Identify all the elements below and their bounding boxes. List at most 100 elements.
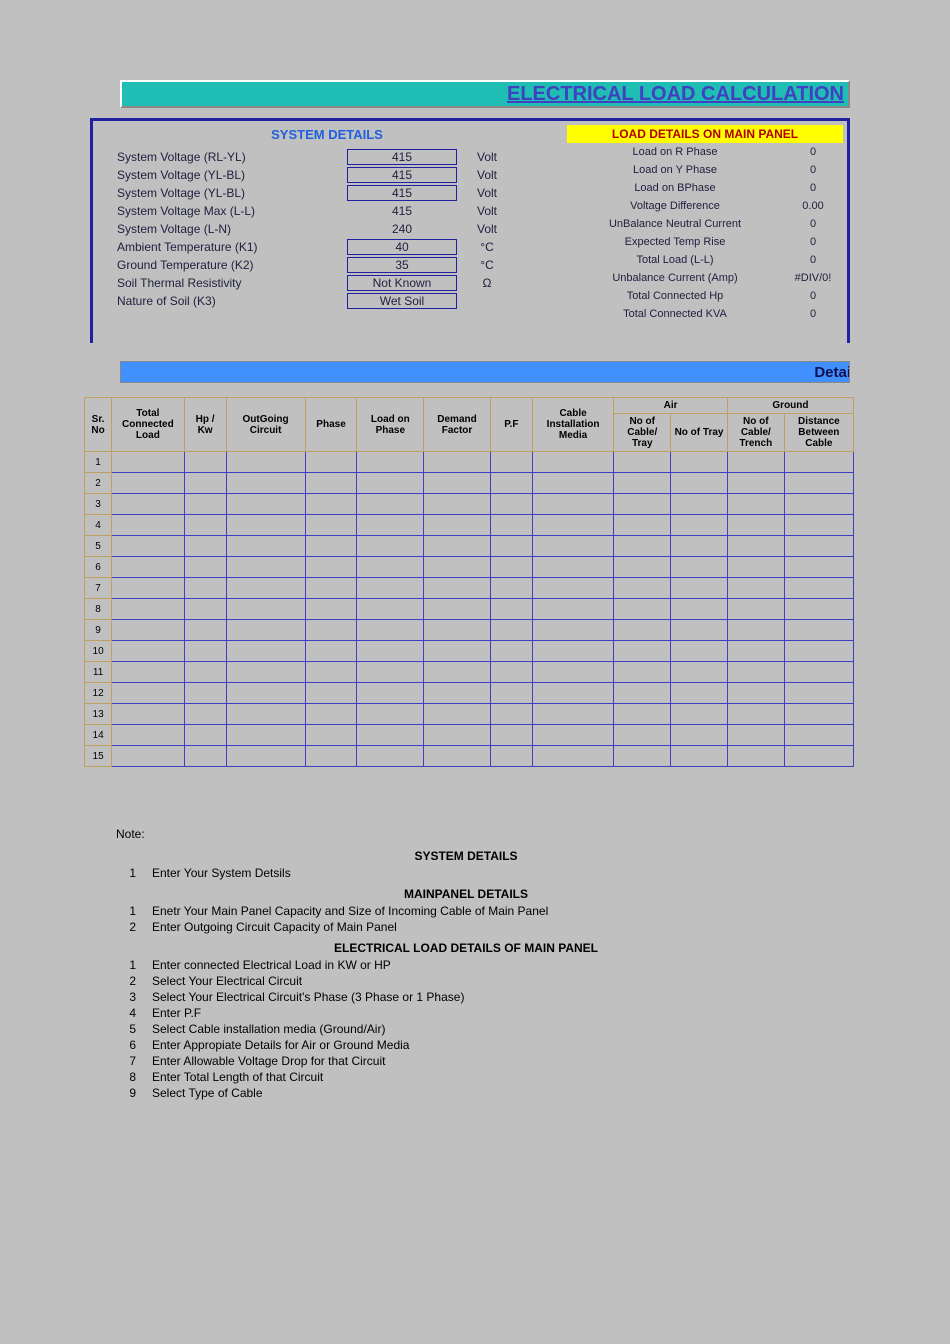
grid-cell[interactable]: [226, 452, 305, 473]
grid-cell[interactable]: [305, 662, 357, 683]
grid-cell[interactable]: [727, 578, 784, 599]
grid-cell[interactable]: [424, 683, 491, 704]
grid-cell[interactable]: [532, 557, 614, 578]
system-row-value[interactable]: 415: [347, 149, 457, 165]
grid-cell[interactable]: [784, 641, 853, 662]
grid-cell[interactable]: [305, 578, 357, 599]
grid-cell[interactable]: [490, 641, 532, 662]
grid-cell[interactable]: [532, 725, 614, 746]
grid-cell[interactable]: [226, 494, 305, 515]
grid-cell[interactable]: [226, 704, 305, 725]
grid-cell[interactable]: [424, 515, 491, 536]
grid-cell[interactable]: [112, 452, 184, 473]
grid-cell[interactable]: [112, 515, 184, 536]
grid-cell[interactable]: [305, 494, 357, 515]
grid-cell[interactable]: [424, 536, 491, 557]
grid-cell[interactable]: [532, 683, 614, 704]
grid-cell[interactable]: [305, 641, 357, 662]
grid-cell[interactable]: [226, 725, 305, 746]
grid-cell[interactable]: [490, 536, 532, 557]
grid-cell[interactable]: [614, 746, 671, 767]
grid-cell[interactable]: [784, 599, 853, 620]
grid-cell[interactable]: [305, 746, 357, 767]
grid-cell[interactable]: [614, 452, 671, 473]
grid-cell[interactable]: [424, 578, 491, 599]
grid-cell[interactable]: [424, 746, 491, 767]
grid-cell[interactable]: [226, 620, 305, 641]
grid-cell[interactable]: [727, 536, 784, 557]
grid-cell[interactable]: [357, 494, 424, 515]
grid-cell[interactable]: [727, 515, 784, 536]
grid-cell[interactable]: [357, 452, 424, 473]
grid-cell[interactable]: [184, 515, 226, 536]
grid-cell[interactable]: [305, 473, 357, 494]
grid-cell[interactable]: [112, 620, 184, 641]
grid-cell[interactable]: [184, 725, 226, 746]
grid-cell[interactable]: [424, 557, 491, 578]
grid-cell[interactable]: [532, 452, 614, 473]
grid-cell[interactable]: [671, 662, 728, 683]
grid-cell[interactable]: [671, 683, 728, 704]
grid-cell[interactable]: [727, 746, 784, 767]
grid-cell[interactable]: [357, 725, 424, 746]
grid-cell[interactable]: [614, 620, 671, 641]
grid-cell[interactable]: [614, 536, 671, 557]
grid-cell[interactable]: [671, 620, 728, 641]
grid-cell[interactable]: [532, 662, 614, 683]
grid-cell[interactable]: [727, 641, 784, 662]
grid-cell[interactable]: [532, 515, 614, 536]
grid-cell[interactable]: [305, 704, 357, 725]
grid-cell[interactable]: [357, 683, 424, 704]
grid-cell[interactable]: [532, 578, 614, 599]
grid-cell[interactable]: [226, 473, 305, 494]
grid-cell[interactable]: [226, 683, 305, 704]
grid-cell[interactable]: [671, 725, 728, 746]
grid-cell[interactable]: [184, 683, 226, 704]
grid-cell[interactable]: [112, 494, 184, 515]
grid-cell[interactable]: [727, 452, 784, 473]
grid-cell[interactable]: [727, 494, 784, 515]
grid-cell[interactable]: [112, 641, 184, 662]
grid-cell[interactable]: [671, 578, 728, 599]
grid-cell[interactable]: [671, 599, 728, 620]
grid-cell[interactable]: [532, 599, 614, 620]
grid-cell[interactable]: [532, 704, 614, 725]
system-row-value[interactable]: 415: [347, 167, 457, 183]
grid-cell[interactable]: [784, 704, 853, 725]
grid-cell[interactable]: [226, 599, 305, 620]
grid-cell[interactable]: [112, 473, 184, 494]
grid-cell[interactable]: [532, 473, 614, 494]
grid-cell[interactable]: [184, 536, 226, 557]
grid-cell[interactable]: [112, 746, 184, 767]
grid-cell[interactable]: [671, 452, 728, 473]
grid-cell[interactable]: [532, 746, 614, 767]
grid-cell[interactable]: [112, 536, 184, 557]
grid-cell[interactable]: [784, 620, 853, 641]
grid-cell[interactable]: [532, 494, 614, 515]
grid-cell[interactable]: [357, 536, 424, 557]
grid-cell[interactable]: [226, 662, 305, 683]
grid-cell[interactable]: [112, 578, 184, 599]
grid-cell[interactable]: [784, 515, 853, 536]
grid-cell[interactable]: [671, 557, 728, 578]
grid-cell[interactable]: [532, 641, 614, 662]
grid-cell[interactable]: [184, 662, 226, 683]
grid-cell[interactable]: [614, 725, 671, 746]
grid-cell[interactable]: [357, 704, 424, 725]
grid-cell[interactable]: [784, 683, 853, 704]
grid-cell[interactable]: [305, 620, 357, 641]
grid-cell[interactable]: [671, 515, 728, 536]
grid-cell[interactable]: [424, 494, 491, 515]
system-row-value[interactable]: Not Known: [347, 275, 457, 291]
grid-cell[interactable]: [226, 578, 305, 599]
grid-cell[interactable]: [305, 536, 357, 557]
grid-cell[interactable]: [357, 515, 424, 536]
grid-cell[interactable]: [490, 599, 532, 620]
grid-cell[interactable]: [614, 683, 671, 704]
grid-cell[interactable]: [727, 557, 784, 578]
grid-cell[interactable]: [671, 641, 728, 662]
grid-cell[interactable]: [490, 578, 532, 599]
grid-cell[interactable]: [184, 746, 226, 767]
grid-cell[interactable]: [727, 704, 784, 725]
grid-cell[interactable]: [614, 599, 671, 620]
